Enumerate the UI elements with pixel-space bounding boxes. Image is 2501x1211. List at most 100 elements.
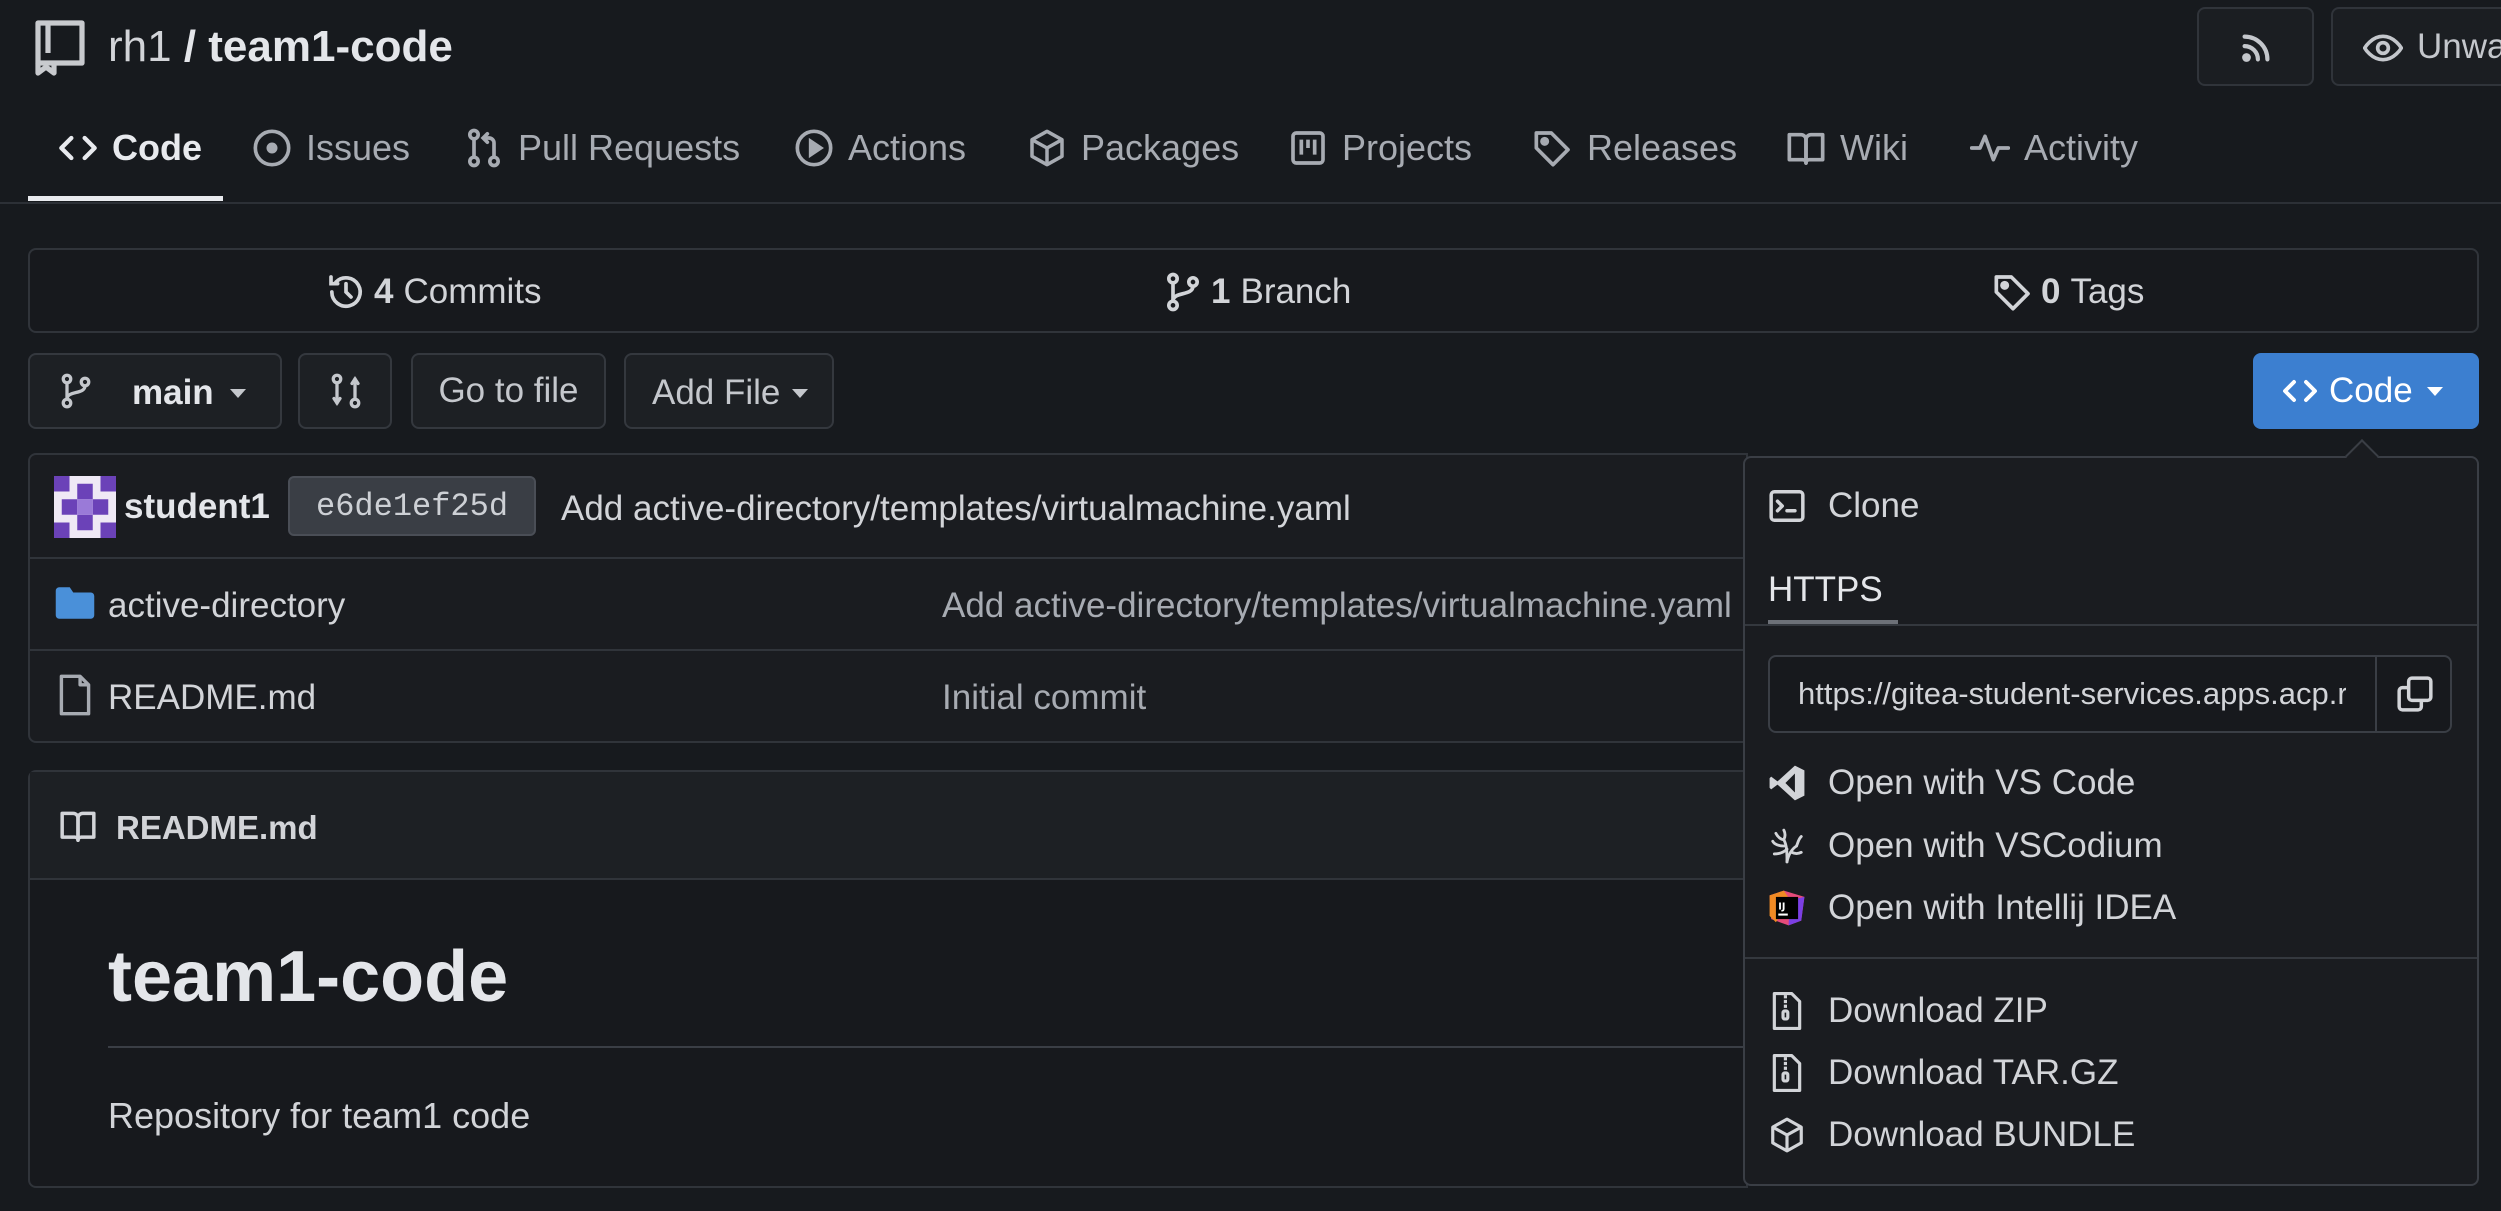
tags-label: Tags	[2070, 272, 2145, 311]
file-zip-icon	[1768, 992, 1806, 1030]
tab-issues[interactable]: Issues	[252, 118, 410, 178]
repo-owner-link[interactable]: rh1	[108, 22, 172, 71]
tab-releases[interactable]: Releases	[1533, 118, 1737, 178]
open-vscodium-label: Open with VSCodium	[1828, 826, 2163, 865]
commits-count: 4	[374, 272, 394, 311]
download-bundle-label: Download BUNDLE	[1828, 1115, 2136, 1154]
vscode-icon	[1768, 764, 1806, 802]
play-icon	[794, 128, 834, 168]
table-divider	[28, 649, 1748, 651]
tab-code-label: Code	[112, 127, 202, 168]
copy-icon	[2396, 675, 2434, 713]
repo-separator: /	[171, 22, 209, 71]
tags-count: 0	[2041, 272, 2061, 311]
file-name-link[interactable]: README.md	[108, 678, 316, 718]
code-button-label: Code	[2329, 371, 2413, 410]
dropdown-divider	[1745, 624, 2477, 626]
compare-button[interactable]	[298, 353, 392, 429]
eye-icon	[2363, 31, 2403, 65]
chevron-down-icon	[230, 389, 246, 398]
tab-packages[interactable]: Packages	[1027, 118, 1239, 178]
code-icon	[58, 128, 98, 168]
compare-icon	[328, 373, 364, 409]
branch-name: main	[132, 373, 214, 412]
tab-wiki[interactable]: Wiki	[1786, 118, 1908, 178]
issue-icon	[252, 128, 292, 168]
branch-selector[interactable]: main	[28, 353, 282, 429]
book-icon	[1786, 128, 1826, 168]
tab-releases-label: Releases	[1587, 127, 1738, 168]
repo-icon	[32, 17, 88, 79]
copy-url-button[interactable]	[2375, 655, 2452, 733]
vscodium-icon	[1768, 827, 1806, 865]
rss-icon	[2237, 29, 2275, 67]
file-commit-message[interactable]: Initial commit	[942, 678, 1146, 718]
book-icon	[58, 807, 98, 845]
tab-activity-label: Activity	[2024, 127, 2139, 168]
branches-count: 1	[1211, 272, 1231, 311]
repo-title: rh1 / team1-code	[108, 22, 453, 72]
package-icon	[1768, 1116, 1806, 1154]
chevron-down-icon	[792, 389, 808, 398]
watch-button[interactable]: Unwa	[2331, 7, 2501, 86]
avatar[interactable]	[54, 476, 116, 538]
code-clone-button[interactable]: Code	[2253, 353, 2479, 429]
commit-sha-badge[interactable]: e6de1ef25d	[288, 476, 536, 536]
tags-link[interactable]: 0 Tags	[1993, 272, 2144, 312]
commits-label: Commits	[403, 272, 542, 311]
tab-wiki-label: Wiki	[1840, 127, 1908, 168]
add-file-label: Add File	[652, 373, 781, 412]
tab-code[interactable]: Code	[58, 118, 202, 178]
terminal-icon	[1768, 487, 1806, 525]
commit-author[interactable]: student1	[124, 487, 270, 527]
readme-heading: team1-code	[108, 937, 509, 1017]
commits-link[interactable]: 4 Commits	[326, 272, 542, 312]
commit-message[interactable]: Add active-directory/templates/virtualma…	[561, 489, 1351, 529]
tab-packages-label: Packages	[1081, 127, 1240, 168]
tab-pull-requests[interactable]: Pull Requests	[464, 118, 740, 178]
readme-heading-rule	[108, 1046, 1748, 1048]
intellij-icon: IJ	[1768, 889, 1806, 927]
table-divider	[28, 557, 1748, 559]
branches-label: Branch	[1240, 272, 1352, 311]
open-intellij-label: Open with Intellij IDEA	[1828, 888, 2177, 927]
dropdown-divider	[1745, 957, 2477, 959]
readme-filename: README.md	[116, 809, 318, 846]
readme-body: Repository for team1 code	[108, 1095, 531, 1136]
svg-text:IJ: IJ	[1778, 902, 1785, 913]
tab-actions-label: Actions	[848, 127, 967, 168]
tag-icon	[1533, 128, 1573, 168]
download-bundle-item[interactable]: Download BUNDLE	[1768, 1112, 2135, 1158]
rss-feed-button[interactable]	[2197, 7, 2314, 86]
open-vscode-label: Open with VS Code	[1828, 763, 2136, 802]
branch-icon	[1163, 272, 1203, 312]
go-to-file-button[interactable]: Go to file	[411, 353, 606, 429]
file-commit-message[interactable]: Add active-directory/templates/virtualma…	[942, 586, 1742, 626]
tab-projects-label: Projects	[1342, 127, 1473, 168]
project-icon	[1288, 128, 1328, 168]
pulse-icon	[1970, 128, 2010, 168]
add-file-button[interactable]: Add File	[624, 353, 834, 429]
download-targz-item[interactable]: Download TAR.GZ	[1768, 1050, 2118, 1096]
clone-url-value[interactable]: https://gitea-student-services.apps.acp.…	[1798, 676, 2346, 712]
branches-link[interactable]: 1 Branch	[1163, 272, 1351, 312]
file-zip-icon	[1768, 1054, 1806, 1092]
open-intellij-item[interactable]: IJ Open with Intellij IDEA	[1768, 885, 2176, 931]
clone-title: Clone	[1828, 486, 1920, 525]
folder-icon	[54, 585, 96, 621]
file-icon	[58, 674, 92, 716]
clone-header: Clone	[1768, 483, 1919, 529]
tab-projects[interactable]: Projects	[1288, 118, 1472, 178]
tab-activity[interactable]: Activity	[1970, 118, 2138, 178]
repo-name-link[interactable]: team1-code	[208, 22, 453, 71]
tab-actions[interactable]: Actions	[794, 118, 966, 178]
download-targz-label: Download TAR.GZ	[1828, 1053, 2119, 1092]
active-tab-indicator	[28, 196, 223, 201]
tag-icon	[1993, 272, 2033, 312]
tab-https[interactable]: HTTPS	[1768, 570, 1883, 610]
download-zip-item[interactable]: Download ZIP	[1768, 988, 2048, 1034]
open-vscode-item[interactable]: Open with VS Code	[1768, 760, 2135, 806]
file-name-link[interactable]: active-directory	[108, 586, 345, 626]
open-vscodium-item[interactable]: Open with VSCodium	[1768, 823, 2163, 869]
package-icon	[1027, 128, 1067, 168]
